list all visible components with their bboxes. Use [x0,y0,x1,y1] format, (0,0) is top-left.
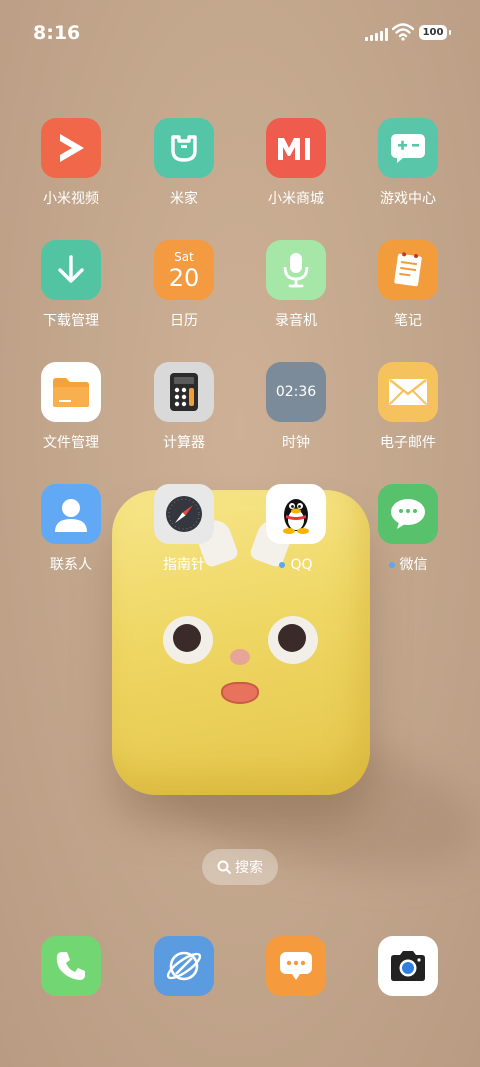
gamepad-icon [378,118,438,178]
search-icon [217,860,231,874]
play-icon [41,118,101,178]
status-time: 8:16 [33,22,81,44]
browser-icon [154,936,214,996]
clock-time-text: 02:36 [275,384,317,400]
calendar-day: 20 [168,264,200,292]
new-install-dot [279,562,286,568]
app-notes[interactable]: 笔记 [358,240,458,330]
calendar-weekday: Sat [174,250,194,264]
dock-browser[interactable] [134,936,234,996]
app-download-manager[interactable]: 下载管理 [21,240,121,330]
calendar-icon: Sat 20 [154,240,214,300]
calculator-icon [154,362,214,422]
mi-logo-icon [266,118,326,178]
app-label: 时钟 [282,435,310,451]
battery-icon: 100 [419,25,451,40]
app-label: 电子邮件 [380,435,436,451]
app-contacts[interactable]: 联系人 [21,484,121,574]
app-label: 文件管理 [43,435,99,451]
app-clock[interactable]: 02:36 时钟 [246,362,346,452]
app-file-manager[interactable]: 文件管理 [21,362,121,452]
app-calculator[interactable]: 计算器 [134,362,234,452]
app-label: 指南针 [163,557,205,573]
phone-icon [41,936,101,996]
wallpaper-eye-right [268,616,318,664]
person-icon [41,484,101,544]
notes-icon [378,240,438,300]
app-label: 笔记 [394,313,422,329]
app-label: 计算器 [163,435,205,451]
wallpaper-eye-left [163,616,213,664]
app-label: 小米视频 [43,191,99,207]
app-label: 日历 [170,313,198,329]
download-icon [41,240,101,300]
clock-icon: 02:36 [266,362,326,422]
wechat-icon [378,484,438,544]
camera-icon [378,936,438,996]
search-button[interactable]: 搜索 [202,849,278,885]
app-xiaomi-store[interactable]: 小米商城 [246,118,346,208]
app-compass[interactable]: 指南针 [134,484,234,574]
app-label: 小米商城 [268,191,324,207]
app-mijia[interactable]: 米家 [134,118,234,208]
dock-messages[interactable] [246,936,346,996]
app-label: 联系人 [50,557,92,573]
microphone-icon [266,240,326,300]
dock-camera[interactable] [358,936,458,996]
app-label: 米家 [170,191,198,207]
app-label: 游戏中心 [380,191,436,207]
app-email[interactable]: 电子邮件 [358,362,458,452]
status-bar: 8:16 100 [0,0,480,66]
search-label: 搜索 [235,860,263,876]
new-install-dot [388,562,395,568]
app-label: 下载管理 [43,313,99,329]
wallpaper-mouth [221,682,259,704]
mijia-icon [154,118,214,178]
envelope-icon [378,362,438,422]
compass-icon [154,484,214,544]
app-label: 微信 [358,556,458,574]
message-icon [266,936,326,996]
app-recorder[interactable]: 录音机 [246,240,346,330]
qq-penguin-icon [266,484,326,544]
wallpaper-nose [230,649,250,665]
signal-icon [365,27,388,41]
app-calendar[interactable]: Sat 20 日历 [134,240,234,330]
app-label-text: QQ [290,557,313,573]
folder-icon [41,362,101,422]
app-qq[interactable]: QQ [246,484,346,574]
app-label: QQ [246,556,346,574]
app-game-center[interactable]: 游戏中心 [358,118,458,208]
wifi-icon [392,23,414,41]
app-label-text: 微信 [399,557,428,573]
app-wechat[interactable]: 微信 [358,484,458,574]
app-label: 录音机 [275,313,317,329]
dock-phone[interactable] [21,936,121,996]
app-xiaomi-video[interactable]: 小米视频 [21,118,121,208]
